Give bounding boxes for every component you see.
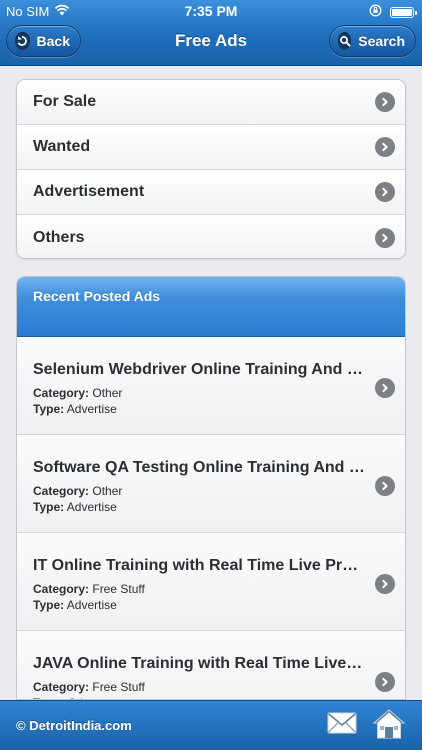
chevron-right-icon: [375, 182, 395, 202]
ad-meta: Category: Free Stuff Type: Others: [33, 679, 395, 699]
ad-list-item[interactable]: JAVA Online Training with Real Time Live…: [17, 631, 405, 699]
clock: 7:35 PM: [184, 3, 238, 19]
ad-category: Other: [92, 484, 123, 498]
ad-type: Advertise: [66, 402, 117, 416]
category-key: Category:: [33, 386, 90, 400]
search-button[interactable]: Search: [329, 25, 416, 57]
ad-category: Other: [92, 386, 123, 400]
category-label: For Sale: [33, 93, 97, 110]
ad-title: JAVA Online Training with Real Time Live…: [33, 655, 365, 672]
ad-title: Software QA Testing Online Training And …: [33, 459, 365, 476]
recent-ads-section: Recent Posted Ads Selenium Webdriver Onl…: [16, 276, 406, 700]
ad-list-item[interactable]: Selenium Webdriver Online Training And P…: [17, 337, 405, 435]
ad-type: Advertise: [66, 598, 117, 612]
home-icon[interactable]: [372, 708, 406, 745]
type-key: Type:: [33, 500, 65, 514]
ad-meta: Category: Other Type: Advertise: [33, 385, 395, 417]
category-item-advertisement[interactable]: Advertisement: [17, 170, 405, 215]
status-bar: No SIM 7:35 PM: [0, 0, 422, 22]
search-icon: [338, 32, 352, 50]
ad-type: Advertise: [66, 500, 117, 514]
chevron-right-icon: [375, 476, 395, 496]
type-key: Type:: [33, 402, 65, 416]
ad-meta: Category: Other Type: Advertise: [33, 483, 395, 515]
type-key: Type:: [33, 598, 65, 612]
navigation-bar: No SIM 7:35 PM Back Free Ads Search: [0, 0, 422, 66]
search-button-label: Search: [358, 33, 405, 49]
category-label: Wanted: [33, 138, 91, 155]
ad-list-item[interactable]: IT Online Training with Real Time Live P…: [17, 533, 405, 631]
chevron-right-icon: [375, 378, 395, 398]
category-label: Advertisement: [33, 183, 145, 200]
ad-category: Free Stuff: [92, 582, 145, 596]
copyright-text: © DetroitIndia.com: [16, 718, 132, 733]
category-key: Category:: [33, 680, 90, 694]
orientation-lock-icon: [369, 4, 382, 20]
recent-ads-header: Recent Posted Ads: [17, 277, 405, 337]
ad-category: Free Stuff: [92, 680, 145, 694]
ad-meta: Category: Free Stuff Type: Advertise: [33, 581, 395, 613]
chevron-right-icon: [375, 137, 395, 157]
category-key: Category:: [33, 484, 90, 498]
ad-title: Selenium Webdriver Online Training And P…: [33, 361, 365, 378]
category-item-for-sale[interactable]: For Sale: [17, 80, 405, 125]
category-item-others[interactable]: Others: [17, 215, 405, 258]
category-item-wanted[interactable]: Wanted: [17, 125, 405, 170]
category-key: Category:: [33, 582, 90, 596]
chevron-right-icon: [375, 672, 395, 692]
chevron-right-icon: [375, 574, 395, 594]
ad-list-item[interactable]: Software QA Testing Online Training And …: [17, 435, 405, 533]
category-list: For Sale Wanted Advertisement Others: [16, 79, 406, 259]
chevron-right-icon: [375, 227, 395, 248]
battery-icon: [390, 6, 417, 18]
category-label: Others: [33, 228, 85, 246]
mail-icon[interactable]: [326, 709, 358, 742]
bottom-toolbar: © DetroitIndia.com: [0, 700, 422, 750]
chevron-right-icon: [375, 92, 395, 112]
ad-title: IT Online Training with Real Time Live P…: [33, 557, 365, 574]
